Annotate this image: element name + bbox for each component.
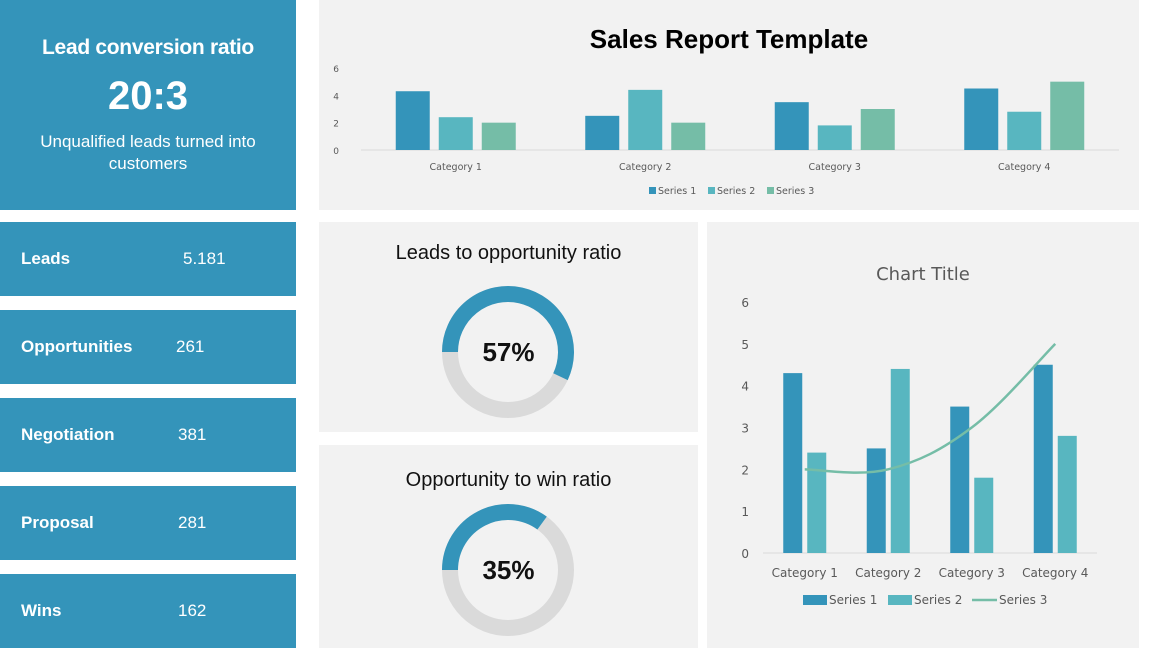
bar xyxy=(866,448,886,553)
stat-value: 162 xyxy=(178,601,207,620)
x-tick-label: Category 2 xyxy=(855,566,921,580)
stat-label: Negotiation xyxy=(21,425,115,444)
y-tick-label: 2 xyxy=(333,120,339,130)
stat-card-opportunities: Opportunities 261 xyxy=(0,310,296,384)
donut-percentage: 57% xyxy=(482,337,535,367)
legend-swatch xyxy=(649,187,656,194)
bar xyxy=(395,91,430,150)
y-tick-label: 1 xyxy=(741,505,749,519)
series-3-line xyxy=(804,342,1057,474)
y-tick-label: 4 xyxy=(741,380,749,394)
stat-value: 281 xyxy=(178,513,207,532)
donut-percentage: 35% xyxy=(482,555,535,585)
legend-swatch xyxy=(767,187,774,194)
stat-card-proposal: Proposal 281 xyxy=(0,486,296,560)
legend-swatch xyxy=(803,595,827,605)
chart-title: Chart Title xyxy=(876,264,970,285)
combo-bar-line-chart: Chart Title 0 1 2 3 4 5 6 Category 1 Category 2 Ca… xyxy=(741,264,1097,607)
stat-label: Leads xyxy=(21,249,71,268)
x-tick-label: Category 4 xyxy=(1022,566,1088,580)
y-tick-label: 3 xyxy=(741,422,749,436)
bar xyxy=(890,368,910,553)
stat-card-negotiation: Negotiation 381 xyxy=(0,398,296,472)
bar xyxy=(585,115,620,150)
bar xyxy=(1050,81,1085,150)
bar xyxy=(817,125,852,150)
x-tick-label: Category 3 xyxy=(809,162,861,173)
bar xyxy=(807,452,827,553)
stat-card-wins: Wins 162 xyxy=(0,574,296,648)
sales-report-bar-chart: 0 2 4 6 Category 1 Category 2 Category 3 Catego… xyxy=(333,65,1119,197)
lead-conversion-subtitle: Unqualified leads turned into customers xyxy=(40,132,256,173)
legend-swatch xyxy=(888,595,912,605)
x-tick-label: Category 4 xyxy=(998,162,1050,173)
y-tick-label: 2 xyxy=(741,463,749,477)
legend-label: Series 2 xyxy=(717,186,755,197)
stat-label: Wins xyxy=(21,601,62,620)
bar xyxy=(671,122,706,150)
lead-conversion-card: Lead conversion ratio 20:3 Unqualified l… xyxy=(0,0,296,210)
legend-label: Series 2 xyxy=(914,593,962,607)
bar xyxy=(964,88,999,150)
stat-card-leads: Leads 5.181 xyxy=(0,222,296,296)
x-tick-label: Category 1 xyxy=(430,162,482,173)
x-tick-label: Category 2 xyxy=(619,162,671,173)
legend-swatch xyxy=(708,187,715,194)
bar xyxy=(950,406,970,553)
leads-to-opportunity-panel: Leads to opportunity ratio 57% xyxy=(319,222,698,432)
y-tick-label: 0 xyxy=(333,147,339,157)
stat-label: Opportunities xyxy=(21,337,133,356)
legend-label: Series 3 xyxy=(999,593,1047,607)
bar xyxy=(628,89,663,150)
stat-value: 261 xyxy=(176,337,205,356)
bar xyxy=(783,373,803,553)
bar xyxy=(1033,364,1053,553)
lead-conversion-value: 20:3 xyxy=(107,74,189,118)
combo-chart-panel: Chart Title 0 1 2 3 4 5 6 Category 1 Category 2 Ca… xyxy=(707,222,1139,648)
legend-label: Series 1 xyxy=(658,186,696,197)
bar xyxy=(774,102,809,150)
lead-conversion-title: Lead conversion ratio xyxy=(42,36,254,59)
donut-title: Leads to opportunity ratio xyxy=(395,242,622,264)
sales-report-chart-panel: Sales Report Template 0 2 4 6 Category 1 Cate… xyxy=(319,0,1139,210)
x-tick-label: Category 3 xyxy=(939,566,1005,580)
legend-label: Series 3 xyxy=(776,186,814,197)
stat-label: Proposal xyxy=(21,513,94,532)
donut-title: Opportunity to win ratio xyxy=(405,469,612,491)
bar xyxy=(860,109,895,150)
opportunity-to-win-panel: Opportunity to win ratio 35% xyxy=(319,445,698,648)
bar xyxy=(1007,111,1042,150)
y-tick-label: 0 xyxy=(741,547,749,561)
legend-label: Series 1 xyxy=(829,593,877,607)
bar xyxy=(1057,435,1077,553)
x-tick-label: Category 1 xyxy=(772,566,838,580)
y-tick-label: 4 xyxy=(333,92,339,102)
y-tick-label: 6 xyxy=(333,65,339,75)
bar xyxy=(438,117,473,150)
stat-value: 5.181 xyxy=(183,249,226,268)
y-tick-label: 5 xyxy=(741,338,749,352)
bar xyxy=(481,122,516,150)
bar xyxy=(974,477,994,553)
stat-value: 381 xyxy=(178,425,207,444)
y-tick-label: 6 xyxy=(741,296,749,310)
